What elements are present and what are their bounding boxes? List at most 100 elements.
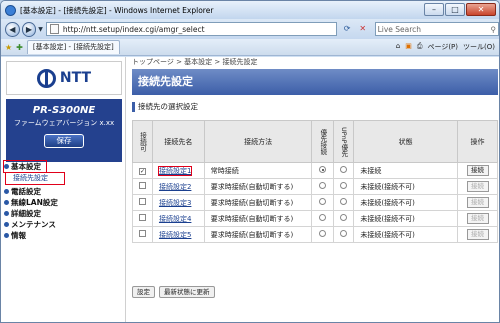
- back-button[interactable]: ◀: [5, 21, 20, 37]
- menu-item-info[interactable]: 情報: [4, 230, 124, 241]
- set-button[interactable]: 設定: [132, 286, 155, 298]
- ie-logo-icon: [5, 4, 16, 16]
- status-cell: 未接続(接続不可): [353, 194, 458, 211]
- enable-checkbox[interactable]: [138, 198, 146, 205]
- method-cell: 常時接続: [203, 162, 313, 179]
- menu-item-maintenance[interactable]: メンテナンス: [4, 219, 124, 230]
- menu-item-phone[interactable]: 電話設定: [4, 186, 124, 197]
- connect-button[interactable]: 接続: [466, 213, 489, 224]
- name-cell: 接続設定5: [151, 226, 205, 243]
- operation-cell: 接続: [457, 162, 498, 179]
- section-title: 接続先の選択設定: [132, 102, 498, 112]
- menu-item-advanced[interactable]: 詳細設定: [4, 208, 124, 219]
- search-icon[interactable]: ⚲: [491, 25, 497, 34]
- table-row: ✓ 接続設定1 常時接続 未接続 接続: [132, 162, 498, 179]
- upnp-radio[interactable]: [340, 214, 348, 221]
- name-cell: 接続設定1: [151, 162, 205, 179]
- save-button[interactable]: 保存: [44, 134, 84, 148]
- method-cell: 要求時接続(自動切断する): [203, 226, 313, 243]
- bullet-icon: [4, 211, 9, 216]
- upnp-cell: [333, 162, 355, 179]
- home-icon[interactable]: ⌂: [396, 42, 400, 52]
- forward-button[interactable]: ▶: [21, 21, 37, 37]
- ntt-logo: NTT: [6, 61, 122, 95]
- enable-cell: [132, 226, 153, 243]
- tab-current[interactable]: [基本設定] - [接続先設定]: [26, 40, 120, 54]
- method-cell: 要求時接続(自動切断する): [203, 178, 313, 195]
- enable-checkbox[interactable]: [138, 230, 146, 237]
- upnp-radio[interactable]: [340, 230, 348, 237]
- menu-item-basic[interactable]: 基本設定: [3, 160, 47, 173]
- search-input[interactable]: Live Search ⚲: [374, 22, 499, 36]
- header-upnp: UPnP優先: [333, 120, 355, 163]
- priority-radio[interactable]: [319, 182, 327, 189]
- menu-item-wlan[interactable]: 無線LAN設定: [4, 197, 124, 208]
- page-content: NTT PR-S300NE ファームウェアバージョン x.xx 保存 基本設定 …: [1, 57, 499, 322]
- connect-button[interactable]: 接続: [466, 229, 489, 240]
- refresh-icon[interactable]: ⟳: [341, 23, 353, 35]
- history-dropdown-icon[interactable]: ▼: [38, 26, 43, 33]
- maximize-button[interactable]: □: [445, 3, 465, 16]
- status-cell: 未接続(接続不可): [353, 178, 458, 195]
- connect-button[interactable]: 接続: [466, 165, 489, 176]
- name-cell: 接続設定4: [151, 210, 205, 227]
- connection-name-link[interactable]: 接続設定2: [159, 183, 191, 191]
- print-icon[interactable]: ⎙: [417, 42, 423, 52]
- bullet-icon: [4, 164, 9, 169]
- menu-label: 電話設定: [11, 187, 41, 196]
- priority-radio[interactable]: [319, 214, 327, 221]
- enable-checkbox[interactable]: [138, 214, 146, 221]
- menu-label: 基本設定: [11, 162, 41, 171]
- connection-name-link[interactable]: 接続設定5: [159, 231, 191, 239]
- connection-name-link[interactable]: 接続設定4: [159, 215, 191, 223]
- enable-checkbox[interactable]: [138, 182, 146, 189]
- favorites-star-icon[interactable]: ★: [5, 43, 12, 52]
- priority-radio[interactable]: [319, 166, 327, 173]
- table-row: 接続設定4 要求時接続(自動切断する) 未接続(接続不可) 接続: [132, 210, 498, 227]
- header-status: 状態: [353, 120, 458, 163]
- header-priority: 優先接続: [311, 120, 335, 163]
- menu-label: 無線LAN設定: [11, 198, 58, 207]
- close-button[interactable]: ✕: [466, 3, 496, 16]
- upnp-cell: [333, 210, 355, 227]
- priority-cell: [311, 226, 335, 243]
- menu-label: 詳細設定: [11, 209, 41, 218]
- submenu-item-connection[interactable]: 接続先設定: [5, 172, 65, 185]
- upnp-cell: [333, 178, 355, 195]
- minimize-button[interactable]: –: [424, 3, 444, 16]
- header-method: 接続方法: [203, 120, 313, 163]
- operation-cell: 接続: [457, 210, 498, 227]
- ntt-mark-icon: [36, 68, 56, 88]
- upnp-radio[interactable]: [340, 166, 348, 173]
- header-operation: 操作: [457, 120, 498, 163]
- enable-cell: [132, 210, 153, 227]
- search-placeholder: Live Search: [377, 24, 422, 34]
- connect-button[interactable]: 接続: [466, 197, 489, 208]
- url-field[interactable]: http://ntt.setup/index.cgi/amgr_select: [45, 22, 338, 36]
- header-name: 接続先名: [151, 120, 205, 163]
- upnp-cell: [333, 194, 355, 211]
- tools-menu[interactable]: ツール(O): [463, 42, 495, 52]
- priority-cell: [311, 194, 335, 211]
- connection-name-link[interactable]: 接続設定1: [157, 165, 193, 176]
- header-enable: 接続可: [132, 120, 153, 163]
- priority-cell: [311, 210, 335, 227]
- page-menu[interactable]: ページ(P): [427, 42, 458, 52]
- model-name: PR-S300NE: [32, 105, 96, 116]
- refresh-status-button[interactable]: 最新状態に更新: [159, 286, 215, 298]
- upnp-radio[interactable]: [340, 182, 348, 189]
- connect-button[interactable]: 接続: [466, 181, 489, 192]
- feeds-icon[interactable]: ▣: [405, 42, 412, 52]
- stop-icon[interactable]: ✕: [357, 23, 369, 35]
- add-favorite-icon[interactable]: ✚: [16, 43, 23, 52]
- upnp-radio[interactable]: [340, 198, 348, 205]
- window-title: [基本設定] - [接続先設定] - Windows Internet Expl…: [20, 5, 214, 15]
- operation-cell: 接続: [457, 226, 498, 243]
- priority-radio[interactable]: [319, 230, 327, 237]
- menu-label: メンテナンス: [11, 220, 56, 229]
- connection-name-link[interactable]: 接続設定3: [159, 199, 191, 207]
- priority-cell: [311, 162, 335, 179]
- enable-checkbox[interactable]: ✓: [138, 167, 146, 175]
- priority-radio[interactable]: [319, 198, 327, 205]
- firmware-version: ファームウェアバージョン x.xx: [13, 119, 115, 127]
